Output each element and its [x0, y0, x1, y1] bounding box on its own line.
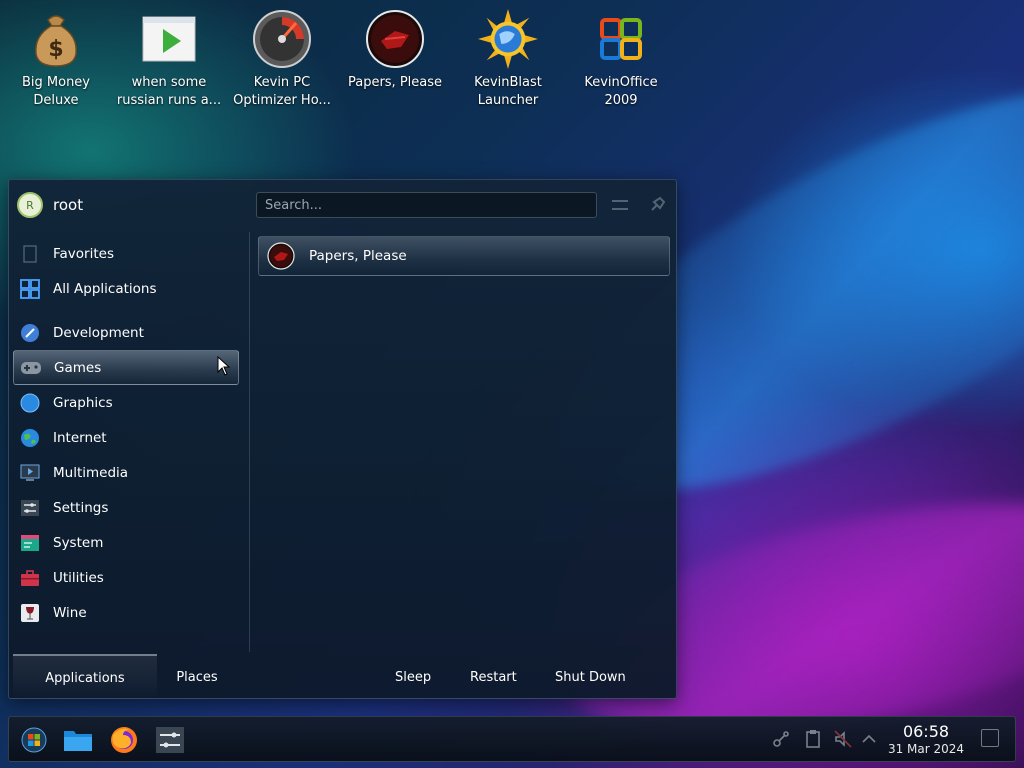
gamepad-icon: [20, 357, 42, 379]
desktop-icon-kevinblast-launcher[interactable]: KevinBlast Launcher: [452, 8, 564, 110]
category-label: Development: [53, 324, 144, 341]
clipboard-tray-icon[interactable]: [803, 729, 823, 749]
wine-icon: [19, 602, 41, 624]
desktop-icon-kevinoffice-2009[interactable]: KevinOffice 2009: [565, 8, 677, 110]
grid-icon: [19, 278, 41, 300]
tab-label: Places: [176, 669, 218, 685]
shut-down-label: Shut Down: [555, 669, 626, 685]
launcher-footer: Applications Places Sleep Restart Shut D…: [9, 654, 678, 700]
category-settings[interactable]: Settings: [13, 490, 239, 525]
settings-icon: [19, 497, 41, 519]
chevron-up-icon[interactable]: [859, 729, 879, 749]
category-internet[interactable]: Internet: [13, 420, 239, 455]
svg-text:$: $: [48, 37, 63, 62]
desktop-icon-russian-video[interactable]: when some russian runs a...: [113, 8, 225, 110]
shut-down-button[interactable]: Shut Down: [555, 654, 626, 700]
category-utilities[interactable]: Utilities: [13, 560, 239, 595]
application-results-list: Papers, Please: [258, 236, 670, 276]
restart-label: Restart: [470, 669, 517, 685]
category-development[interactable]: Development: [13, 315, 239, 350]
sleep-label: Sleep: [395, 669, 432, 685]
category-separator: [13, 306, 239, 315]
file-manager-icon[interactable]: [61, 723, 95, 757]
tab-applications[interactable]: Applications: [13, 654, 157, 700]
username: root: [53, 196, 84, 214]
category-all-applications[interactable]: All Applications: [13, 271, 239, 306]
globe-icon: [19, 427, 41, 449]
pin-icon[interactable]: [646, 194, 668, 216]
start-menu-icon[interactable]: [17, 723, 51, 757]
money-bag-icon: $: [26, 8, 86, 70]
desktop-icon-label: when some russian runs a...: [116, 75, 222, 108]
avatar[interactable]: R: [17, 192, 43, 218]
result-label: Papers, Please: [309, 248, 407, 264]
graphics-icon: [19, 392, 41, 414]
user-header[interactable]: R root: [17, 190, 83, 220]
search-input[interactable]: [265, 197, 565, 213]
clock[interactable]: 06:58 31 Mar 2024: [881, 723, 971, 757]
application-launcher: R root Favorites All Applications Deve: [8, 179, 678, 700]
category-label: System: [53, 534, 104, 551]
sidebar-divider: [249, 232, 250, 652]
mouse-cursor-icon: [217, 355, 231, 380]
category-games[interactable]: Games: [13, 350, 239, 385]
sunburst-globe-icon: [478, 8, 538, 70]
papers-please-icon: [365, 8, 425, 70]
search-box[interactable]: [256, 192, 597, 218]
volume-muted-icon[interactable]: [833, 729, 853, 749]
clock-time: 06:58: [902, 722, 950, 741]
development-icon: [19, 322, 41, 344]
tab-label: Applications: [45, 670, 125, 686]
desktop-icon-label: KevinBlast Launcher: [474, 75, 542, 108]
category-graphics[interactable]: Graphics: [13, 385, 239, 420]
desktop-icon-big-money-deluxe[interactable]: $ Big Money Deluxe: [0, 8, 112, 110]
category-label: Multimedia: [53, 464, 129, 481]
sleep-button[interactable]: Sleep: [395, 654, 431, 700]
papers-please-icon: [267, 242, 295, 270]
multimedia-icon: [19, 462, 41, 484]
category-label: Utilities: [53, 569, 104, 586]
configure-icon[interactable]: [609, 194, 631, 216]
desktop-icon-papers-please[interactable]: Papers, Please: [339, 8, 451, 92]
category-wine[interactable]: Wine: [13, 595, 239, 630]
restart-button[interactable]: Restart: [470, 654, 517, 700]
category-sidebar: Favorites All Applications Development G…: [13, 236, 239, 630]
category-label: Favorites: [53, 245, 114, 262]
desktop-icon-label: Kevin PC Optimizer Ho...: [233, 75, 331, 108]
category-label: Games: [54, 359, 102, 376]
network-tray-icon[interactable]: [771, 729, 791, 749]
office-logo-icon: [591, 8, 651, 70]
category-label: All Applications: [53, 280, 157, 297]
desktop-icon-label: KevinOffice 2009: [584, 75, 658, 108]
category-label: Wine: [53, 604, 87, 621]
desktop-icon-kevin-pc-optimizer[interactable]: Kevin PC Optimizer Ho...: [226, 8, 338, 110]
tab-places[interactable]: Places: [157, 654, 237, 700]
video-file-icon: [139, 8, 199, 70]
category-label: Graphics: [53, 394, 113, 411]
clock-date: 31 Mar 2024: [887, 742, 965, 756]
category-favorites[interactable]: Favorites: [13, 236, 239, 271]
category-multimedia[interactable]: Multimedia: [13, 455, 239, 490]
desktop-icon-label: Papers, Please: [347, 75, 443, 90]
speedometer-icon: [252, 8, 312, 70]
category-label: Internet: [53, 429, 107, 446]
category-system[interactable]: System: [13, 525, 239, 560]
settings-sliders-icon[interactable]: [153, 723, 187, 757]
toolbox-icon: [19, 567, 41, 589]
firefox-icon[interactable]: [107, 723, 141, 757]
category-label: Settings: [53, 499, 109, 516]
result-item-papers-please[interactable]: Papers, Please: [258, 236, 670, 276]
show-desktop-button[interactable]: [981, 729, 999, 747]
desktop-icon-area: $ Big Money Deluxe when some russian run…: [0, 8, 1024, 118]
desktop-icon-label: Big Money Deluxe: [21, 75, 90, 108]
taskbar: 06:58 31 Mar 2024: [8, 716, 1016, 762]
system-icon: [19, 532, 41, 554]
bookmark-icon: [19, 243, 41, 265]
